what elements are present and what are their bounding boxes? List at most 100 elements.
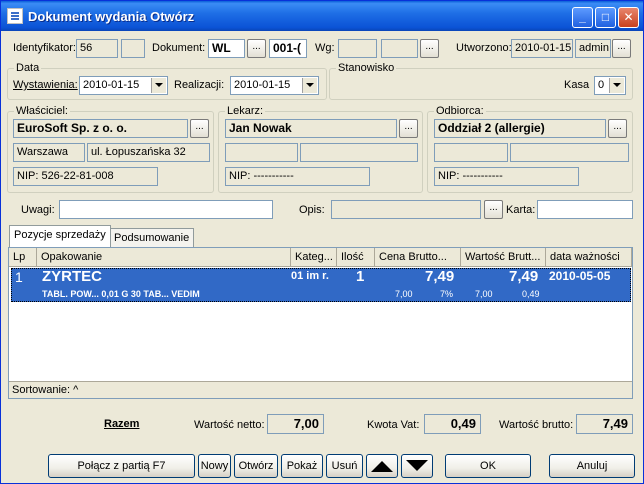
wg-label: Wg: [315, 42, 335, 54]
opis-input[interactable] [331, 200, 481, 219]
uwagi-label: Uwagi: [21, 204, 55, 216]
column-header-cena-brutto[interactable]: Cena Brutto... [375, 248, 461, 267]
row-cena: 7,49 [425, 268, 455, 285]
data-group-title: Data [14, 62, 42, 74]
user-browse-button[interactable]: ... [612, 39, 631, 58]
chevron-down-icon[interactable] [609, 78, 624, 93]
wystawienia-date-value: 2010-01-15 [83, 79, 140, 91]
wlasciciel-city-field: Warszawa [13, 143, 85, 162]
otworz-button[interactable]: Otwórz [234, 454, 278, 478]
wg-field-1 [338, 39, 377, 58]
kasa-label: Kasa [564, 79, 590, 91]
identifikator-field: 56 [76, 39, 118, 58]
lekarz-field-1 [225, 143, 298, 162]
title-bar[interactable]: Dokument wydania Otwórz _ □ ✕ [1, 1, 643, 31]
opis-browse-button[interactable]: ... [484, 200, 503, 219]
anuluj-button[interactable]: Anuluj [549, 454, 635, 478]
kasa-value: 0 [598, 79, 605, 91]
dokument-number-field[interactable]: 001-( [269, 39, 307, 58]
column-header-kategoria[interactable]: Kateg... [291, 248, 337, 267]
realizacji-date-value: 2010-01-15 [234, 79, 291, 91]
utworzono-label: Utworzono: [456, 42, 512, 54]
move-down-button[interactable] [401, 454, 433, 478]
positions-grid[interactable]: Lp Opakowanie Kateg... Ilość Cena Brutto… [8, 247, 633, 399]
column-header-lp[interactable]: Lp [9, 248, 37, 267]
polacz-z-partia-button[interactable]: Połącz z partią F7 [48, 454, 195, 478]
column-header-ilosc[interactable]: Ilość [337, 248, 375, 267]
row-data-waznosci: 2010-05-05 [549, 269, 611, 283]
tab-pozycje-sprzedazy[interactable]: Pozycje sprzedaży [9, 225, 111, 247]
utworzono-user-field: admin [575, 39, 611, 58]
odbiorca-nip-field: NIP: ----------- [434, 167, 579, 186]
row-description: TABL. POW... 0,01 G 30 TAB... VEDIM [42, 289, 200, 299]
realizacji-date-field[interactable]: 2010-01-15 [230, 76, 319, 95]
realizacji-label: Realizacji: [174, 79, 225, 91]
uwagi-input[interactable] [59, 200, 273, 219]
odbiorca-name-field: Oddział 2 (allergie) [434, 119, 606, 138]
row-lp: 1 [15, 269, 23, 285]
nowy-button[interactable]: Nowy [198, 454, 231, 478]
row-kategoria: 01 im r. [291, 270, 329, 282]
karta-input[interactable] [537, 200, 633, 219]
arrow-up-icon [371, 461, 393, 472]
brutto-label: Wartość brutto: [499, 419, 574, 431]
row-sub-cena: 7,00 [395, 289, 413, 299]
document-icon [7, 8, 23, 24]
wg-field-2 [381, 39, 418, 58]
odbiorca-field-1 [434, 143, 508, 162]
close-button[interactable]: ✕ [618, 7, 639, 28]
utworzono-date-field: 2010-01-15 [511, 39, 573, 58]
wystawienia-date-field[interactable]: 2010-01-15 [79, 76, 168, 95]
sort-status: Sortowanie: ^ [9, 381, 632, 398]
maximize-button[interactable]: □ [595, 7, 616, 28]
lekarz-title: Lekarz: [225, 105, 266, 117]
wystawienia-label: Wystawienia: [13, 79, 78, 91]
row-product-name: ZYRTEC [42, 268, 102, 285]
dokument-label: Dokument: [152, 42, 206, 54]
netto-label: Wartość netto: [194, 419, 265, 431]
wlasciciel-browse-button[interactable]: ... [190, 119, 209, 138]
vat-label: Kwota Vat: [367, 419, 420, 431]
wlasciciel-title: Właściciel: [14, 105, 70, 117]
dokument-browse-button[interactable]: ... [247, 39, 266, 58]
odbiorca-browse-button[interactable]: ... [608, 119, 627, 138]
lekarz-name-field: Jan Nowak [225, 119, 397, 138]
dialog-window: Dokument wydania Otwórz _ □ ✕ Identyfika… [0, 0, 644, 484]
table-row[interactable]: 1 ZYRTEC 01 im r. 1 7,49 7,49 2010-05-05… [11, 268, 631, 302]
chevron-down-icon[interactable] [151, 78, 166, 93]
wlasciciel-name-field: EuroSoft Sp. z o. o. [13, 119, 188, 138]
wlasciciel-street-field: ul. Łopuszańska 32 [87, 143, 210, 162]
column-header-opakowanie[interactable]: Opakowanie [37, 248, 291, 267]
kasa-select[interactable]: 0 [594, 76, 626, 95]
column-header-data-waznosci[interactable]: data ważności [546, 248, 632, 267]
chevron-down-icon[interactable] [302, 78, 317, 93]
razem-label: Razem [104, 418, 140, 430]
tab-podsumowanie[interactable]: Podsumowanie [109, 228, 195, 248]
pokaz-button[interactable]: Pokaż [281, 454, 323, 478]
identifikator-extra-field [121, 39, 145, 58]
move-up-button[interactable] [366, 454, 398, 478]
opis-label: Opis: [299, 204, 325, 216]
minimize-button[interactable]: _ [572, 7, 593, 28]
arrow-down-icon [406, 460, 428, 471]
lekarz-browse-button[interactable]: ... [399, 119, 418, 138]
brutto-value: 7,49 [576, 414, 633, 434]
column-header-wartosc-brutto[interactable]: Wartość Brutt... [461, 248, 546, 267]
wg-browse-button[interactable]: ... [420, 39, 439, 58]
row-sub-netto: 7,00 [475, 289, 493, 299]
identifikator-label: Identyfikator: [13, 42, 76, 54]
dokument-type-field[interactable]: WL [208, 39, 245, 58]
karta-label: Karta: [506, 204, 536, 216]
row-ilosc: 1 [356, 268, 365, 285]
vat-value: 0,49 [424, 414, 481, 434]
row-sub-vat: 7% [440, 289, 454, 299]
ok-button[interactable]: OK [445, 454, 531, 478]
lekarz-field-2 [300, 143, 418, 162]
row-wartosc: 7,49 [509, 268, 539, 285]
netto-value: 7,00 [267, 414, 324, 434]
usun-button[interactable]: Usuń [326, 454, 363, 478]
odbiorca-title: Odbiorca: [434, 105, 486, 117]
odbiorca-field-2 [510, 143, 629, 162]
row-sub-vat-amount: 0,49 [522, 289, 540, 299]
lekarz-nip-field: NIP: ----------- [225, 167, 370, 186]
